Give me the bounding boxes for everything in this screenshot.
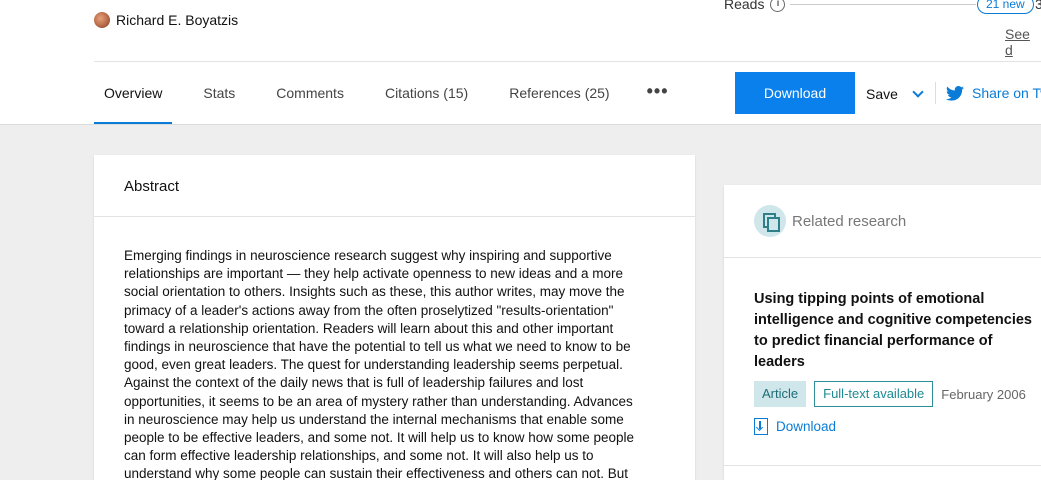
publication-tabs: Overview Stats Comments Citations (15) R…: [94, 62, 675, 125]
related-research-icon: [754, 205, 786, 237]
author-name[interactable]: Richard E. Boyatzis: [116, 12, 238, 28]
reads-new-badge: 21 new: [977, 0, 1034, 14]
tab-stats[interactable]: Stats: [193, 62, 245, 125]
tab-comments[interactable]: Comments: [266, 62, 354, 125]
abstract-title: Abstract: [124, 178, 180, 195]
related-title-line[interactable]: to predict financial performance of: [754, 331, 1041, 352]
abstract-line: primacy of a leader's actions away from …: [124, 302, 614, 318]
abstract-line: good, even great leaders. The quest for …: [124, 357, 623, 373]
reads-label: Reads: [724, 0, 765, 12]
abstract-card: Abstract Emerging findings in neuroscien…: [94, 155, 695, 480]
reads-count: 3: [1035, 0, 1041, 12]
reads-stat: Reads i: [724, 0, 786, 12]
page-header: Richard E. Boyatzis Reads i 21 new 3 See…: [0, 0, 1041, 125]
more-options-icon[interactable]: •••: [641, 62, 675, 125]
reads-progress-line: [790, 4, 976, 5]
article-tag: Article: [754, 381, 807, 407]
share-label: Share on Tw: [972, 85, 1041, 101]
abstract-line: toward a relationship orientation. Reade…: [124, 320, 614, 336]
related-divider: [724, 257, 1041, 258]
abstract-divider: [94, 216, 695, 217]
abstract-line: understand why some people can sustain t…: [124, 466, 629, 480]
tab-references[interactable]: References (25): [499, 62, 619, 125]
info-icon[interactable]: i: [770, 0, 786, 12]
author-chip[interactable]: Richard E. Boyatzis: [94, 12, 238, 28]
related-title-line[interactable]: intelligence and cognitive competencies: [754, 310, 1041, 331]
tab-overview[interactable]: Overview: [94, 62, 173, 125]
abstract-text: Emerging findings in neuroscience resear…: [124, 247, 658, 480]
related-item-title[interactable]: Using tipping points of emotional intell…: [754, 289, 1041, 373]
abstract-line: social orientation to others. Insights s…: [124, 284, 625, 300]
download-button[interactable]: Download: [735, 72, 855, 114]
abstract-line: Against the context of the daily news th…: [124, 375, 584, 391]
related-download-link[interactable]: Download: [754, 418, 836, 435]
related-download-label: Download: [776, 419, 837, 434]
share-twitter-button[interactable]: Share on Tw: [946, 85, 1041, 101]
save-label: Save: [866, 86, 898, 102]
save-button[interactable]: Save: [866, 86, 924, 102]
see-details-link[interactable]: See d: [1005, 26, 1041, 58]
actions-divider: [935, 82, 936, 104]
abstract-line: opportunities, it seems to be an area of…: [124, 393, 633, 409]
related-research-card: Related research Using tipping points of…: [724, 185, 1041, 480]
abstract-line: in neuroscience may help us understand t…: [124, 411, 624, 427]
related-title-line[interactable]: Using tipping points of emotional: [754, 289, 1041, 310]
author-avatar: [94, 12, 110, 28]
full-text-tag: Full-text available: [814, 381, 934, 407]
abstract-line: people to be effective leaders, and some…: [124, 430, 635, 446]
related-title-line[interactable]: leaders: [754, 352, 1041, 373]
publication-date: February 2006: [941, 386, 1026, 402]
twitter-icon: [946, 85, 964, 101]
abstract-line: can form effective leadership relationsh…: [124, 448, 594, 464]
related-research-header: Related research: [754, 205, 906, 237]
abstract-line: relationships are important — they help …: [124, 266, 624, 282]
related-item-tags: Article Full-text available February 200…: [754, 381, 1026, 407]
chevron-down-icon[interactable]: [912, 86, 924, 98]
abstract-line: findings in neuroscience that have the p…: [124, 339, 631, 355]
tab-citations[interactable]: Citations (15): [375, 62, 478, 125]
related-item-divider: [724, 465, 1041, 466]
related-research-label: Related research: [792, 212, 907, 230]
download-icon: [754, 418, 768, 435]
abstract-line: Emerging findings in neuroscience resear…: [124, 248, 612, 263]
